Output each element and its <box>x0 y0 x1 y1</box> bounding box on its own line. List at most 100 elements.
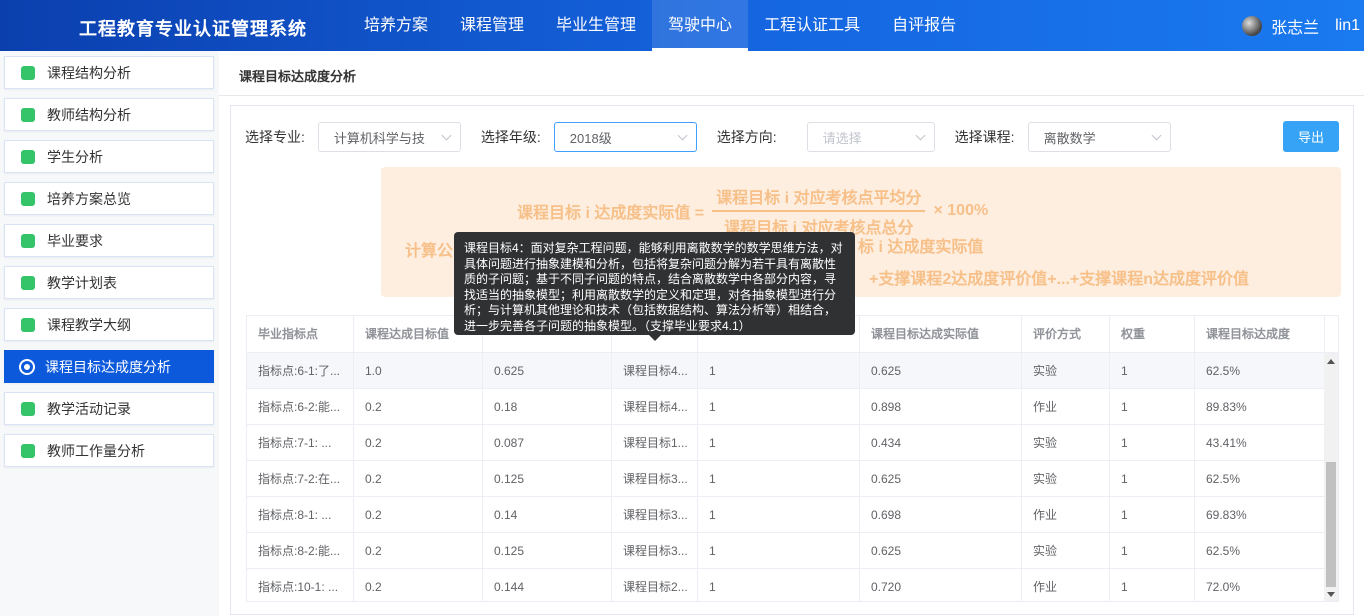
avatar[interactable] <box>1242 16 1263 36</box>
table-cell[interactable]: 课程目标1... <box>612 425 698 460</box>
table-cell: 作业 <box>1022 497 1110 532</box>
sidebar-item-label: 教师工作量分析 <box>47 442 145 459</box>
table-cell: 1 <box>1110 461 1195 496</box>
sidebar-item-label: 培养方案总览 <box>47 190 131 207</box>
table-cell[interactable]: 课程目标3... <box>612 533 698 568</box>
export-button[interactable]: 导出 <box>1283 121 1339 152</box>
person-icon <box>21 107 35 122</box>
content-panel: 选择专业: 计算机科学与技 选择年级: 2018级 选择方向: 请选择 选择课程… <box>230 105 1354 615</box>
user-name[interactable]: 张志兰 <box>1271 14 1319 38</box>
table-cell: 1 <box>1110 497 1195 532</box>
nav-certification-tools[interactable]: 工程认证工具 <box>748 0 876 51</box>
grade-select[interactable]: 2018级 <box>553 122 697 152</box>
sidebar-item-label: 课程目标达成度分析 <box>45 358 171 375</box>
table-cell: 43.41% <box>1195 425 1325 460</box>
table-cell[interactable]: 指标点:8-2:能... <box>247 533 354 568</box>
sidebar-item-graduation-requirements[interactable]: 毕业要求 <box>4 224 214 257</box>
table-cell: 1 <box>1110 425 1195 460</box>
breadcrumb: 课程目标达成度分析 <box>239 69 357 84</box>
table-cell: 1 <box>698 497 860 532</box>
table-cell: 0.2 <box>354 389 483 424</box>
filter-bar: 选择专业: 计算机科学与技 选择年级: 2018级 选择方向: 请选择 选择课程… <box>245 122 1191 152</box>
sidebar-item-course-structure[interactable]: 课程结构分析 <box>4 56 214 89</box>
table-row[interactable]: 指标点:6-2:能... 0.2 0.18 课程目标4... 1 0.898 作… <box>247 389 1338 425</box>
table-cell[interactable]: 课程目标2... <box>612 569 698 601</box>
sidebar-item-teaching-plan[interactable]: 教学计划表 <box>4 266 214 299</box>
table-cell: 1 <box>698 353 860 388</box>
app-title: 工程教育专业认证管理系统 <box>79 19 307 39</box>
column-header[interactable]: 评价方式 <box>1022 316 1110 352</box>
direction-placeholder: 请选择 <box>822 130 862 146</box>
course-value: 离散数学 <box>1043 130 1096 146</box>
sidebar-item-student-analysis[interactable]: 学生分析 <box>4 140 214 173</box>
sidebar-item-teacher-structure[interactable]: 教师结构分析 <box>4 98 214 131</box>
divider <box>219 95 1364 96</box>
major-label: 选择专业: <box>245 129 305 145</box>
table-cell: 72.0% <box>1195 569 1325 601</box>
table-cell: 62.5% <box>1195 533 1325 568</box>
table-cell: 0.625 <box>860 353 1022 388</box>
grade-value: 2018级 <box>569 130 612 146</box>
table-row[interactable]: 指标点:10-1: ... 0.2 0.144 课程目标2... 1 0.720… <box>247 569 1338 601</box>
table-row[interactable]: 指标点:8-2:能... 0.2 0.125 课程目标3... 1 0.625 … <box>247 533 1338 569</box>
table-cell[interactable]: 指标点:8-1: ... <box>247 497 354 532</box>
table-scrollbar[interactable] <box>1324 353 1338 601</box>
table-row[interactable]: 指标点:8-1: ... 0.2 0.14 课程目标3... 1 0.698 作… <box>247 497 1338 533</box>
table-cell[interactable]: 课程目标4... <box>612 353 698 388</box>
sidebar-item-syllabus[interactable]: 课程教学大纲 <box>4 308 214 341</box>
nav-training-plan[interactable]: 培养方案 <box>348 0 444 51</box>
grid-icon <box>21 191 35 206</box>
course-select[interactable]: 离散数学 <box>1027 122 1171 152</box>
scrollbar-thumb[interactable] <box>1326 462 1336 587</box>
table-cell: 实验 <box>1022 461 1110 496</box>
table-cell: 0.125 <box>483 533 612 568</box>
column-header[interactable]: 权重 <box>1110 316 1195 352</box>
user-menu[interactable]: 张志兰 lin1 <box>1242 14 1360 38</box>
sidebar-item-plan-overview[interactable]: 培养方案总览 <box>4 182 214 215</box>
table-cell[interactable]: 指标点:7-2:在... <box>247 461 354 496</box>
sidebar-item-label: 毕业要求 <box>47 232 103 249</box>
nav-course-management[interactable]: 课程管理 <box>444 0 540 51</box>
column-header[interactable]: 课程目标达成度 <box>1195 316 1325 352</box>
sidebar-item-activity-records[interactable]: 教学活动记录 <box>4 392 214 425</box>
table-cell[interactable]: 指标点:7-1: ... <box>247 425 354 460</box>
major-select[interactable]: 计算机科学与技 <box>317 122 461 152</box>
sidebar-item-goal-achievement[interactable]: 课程目标达成度分析 <box>4 350 214 383</box>
table-cell[interactable]: 课程目标4... <box>612 389 698 424</box>
sidebar-item-workload-analysis[interactable]: 教师工作量分析 <box>4 434 214 467</box>
table-row[interactable]: 指标点:6-1:了... 1.0 0.625 课程目标4... 1 0.625 … <box>247 353 1338 389</box>
table-cell[interactable]: 指标点:6-1:了... <box>247 353 354 388</box>
formula-line-2-right: 标 i 达成度实际值 <box>858 239 984 256</box>
outline-icon <box>21 317 35 332</box>
nav-self-report[interactable]: 自评报告 <box>876 0 972 51</box>
scroll-up-icon[interactable] <box>1327 359 1335 364</box>
direction-select[interactable]: 请选择 <box>806 122 935 152</box>
major-value: 计算机科学与技 <box>333 130 425 146</box>
column-header[interactable]: 课程目标达成实际值 <box>860 316 1022 352</box>
table-cell[interactable]: 课程目标3... <box>612 461 698 496</box>
nav-graduate-management[interactable]: 毕业生管理 <box>540 0 652 51</box>
user-id[interactable]: lin1 <box>1335 17 1360 35</box>
formula-line-1: 课程目标 i 达成度实际值 = 课程目标 i 对应考核点平均分 课程目标 i 对… <box>517 184 988 238</box>
achievement-table: 毕业指标点 课程达成目标值 课程目标达成实际值 评价方式 权重 课程目标达成度 … <box>246 315 1339 602</box>
table-row[interactable]: 指标点:7-1: ... 0.2 0.087 课程目标1... 1 0.434 … <box>247 425 1338 461</box>
table-cell[interactable]: 指标点:10-1: ... <box>247 569 354 601</box>
course-goal-tooltip: 课程目标4：面对复杂工程问题，能够利用离散数学的数学思维方法，对具体问题进行抽象… <box>454 232 855 341</box>
table-cell[interactable]: 课程目标3... <box>612 497 698 532</box>
formula-numerator: 课程目标 i 对应考核点平均分 <box>712 184 926 212</box>
table-cell[interactable]: 指标点:6-2:能... <box>247 389 354 424</box>
table-cell: 0.144 <box>483 569 612 601</box>
table-cell: 89.83% <box>1195 389 1325 424</box>
table-cell: 0.2 <box>354 533 483 568</box>
table-row[interactable]: 指标点:7-2:在... 0.2 0.125 课程目标3... 1 0.625 … <box>247 461 1338 497</box>
table-cell: 作业 <box>1022 389 1110 424</box>
sidebar: 课程结构分析 教师结构分析 学生分析 培养方案总览 毕业要求 教学计划表 课程教… <box>0 51 219 616</box>
nav-cockpit[interactable]: 驾驶中心 <box>652 0 749 51</box>
formula-line-3: +支撑课程2达成度评价值+...+支撑课程n达成度评价值 <box>869 271 1250 288</box>
direction-label: 选择方向: <box>716 129 777 145</box>
column-header[interactable]: 毕业指标点 <box>247 316 354 352</box>
scroll-down-icon[interactable] <box>1327 592 1335 597</box>
ball-icon <box>21 401 35 416</box>
table-body: 指标点:6-1:了... 1.0 0.625 课程目标4... 1 0.625 … <box>247 353 1338 601</box>
table-cell: 0.14 <box>483 497 612 532</box>
